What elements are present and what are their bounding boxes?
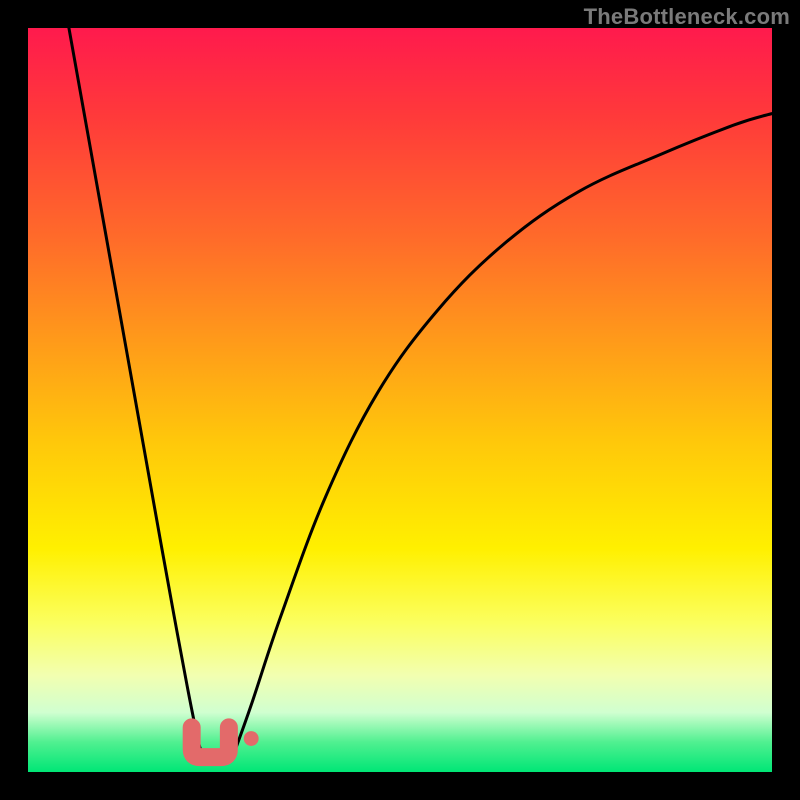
marker-u-blob [192,727,229,757]
curve-right-branch [233,114,772,758]
bottleneck-curve-chart [28,28,772,772]
curve-left-branch [69,28,207,759]
watermark-text: TheBottleneck.com [584,4,790,30]
plot-area [28,28,772,772]
marker-dot [244,731,259,746]
